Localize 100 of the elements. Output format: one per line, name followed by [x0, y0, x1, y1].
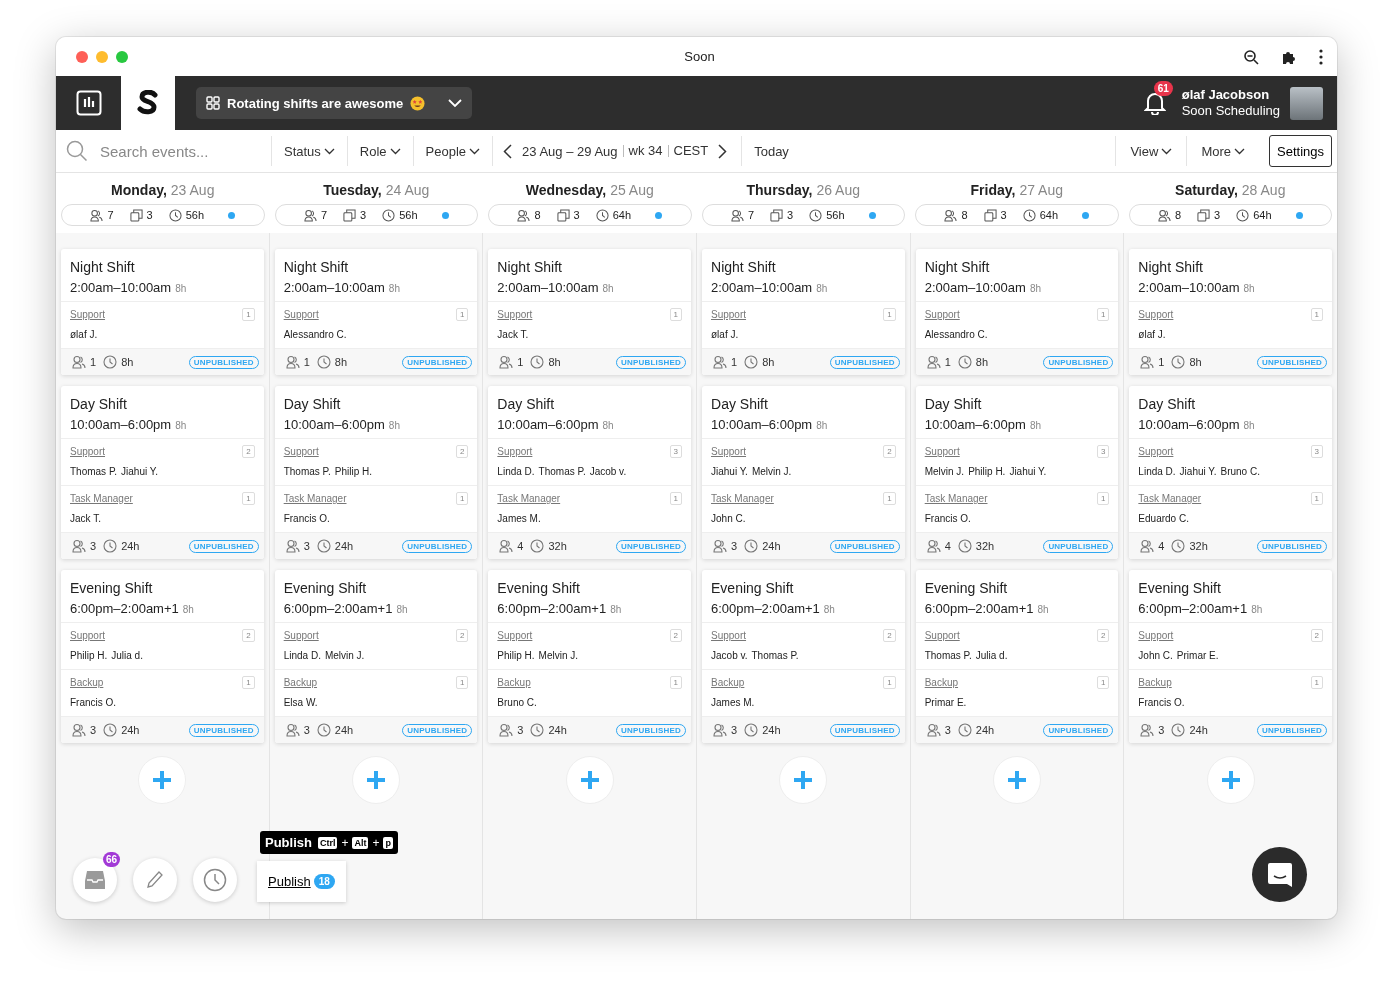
- person-name[interactable]: Thomas P.: [283, 466, 331, 477]
- role-link[interactable]: Support: [497, 309, 533, 320]
- person-name[interactable]: Elsa W.: [283, 697, 318, 708]
- zoom-icon[interactable]: [1243, 48, 1259, 65]
- shift-card[interactable]: Day Shift 10:00am–6:00pm 8h Support 2 Jiahui Y. Melvin J. Task Manager 1 John C. 3 24h UNPUBLISHED: [702, 386, 905, 559]
- role-link[interactable]: Backup: [924, 677, 959, 688]
- person-name[interactable]: Jiahui Y.: [711, 466, 748, 477]
- role-link[interactable]: Support: [70, 630, 106, 641]
- role-link[interactable]: Support: [497, 630, 533, 641]
- role-link[interactable]: Support: [70, 309, 106, 320]
- person-name[interactable]: Francis O.: [924, 513, 971, 524]
- person-name[interactable]: Jack T.: [497, 329, 529, 340]
- filter-dropdown[interactable]: Role: [346, 136, 413, 166]
- shift-card[interactable]: Night Shift 2:00am–10:00am 8h Support 1 Jack T. 1 8h UNPUBLISHED: [488, 249, 691, 375]
- history-button[interactable]: [193, 858, 237, 902]
- person-name[interactable]: Jiahui Y.: [121, 466, 158, 477]
- person-name[interactable]: Bruno C.: [497, 697, 537, 708]
- add-shift-button[interactable]: [993, 756, 1041, 804]
- minimize-window-dot[interactable]: [96, 50, 108, 63]
- person-name[interactable]: Jacob v.: [589, 466, 627, 477]
- person-name[interactable]: Francis O.: [283, 513, 330, 524]
- shift-card[interactable]: Day Shift 10:00am–6:00pm 8h Support 2 Thomas P. Jiahui Y. Task Manager 1 Jack T. 3 24h UNPUBLISHED: [61, 386, 264, 559]
- role-link[interactable]: Task Manager: [497, 493, 561, 504]
- person-name[interactable]: Francis O.: [70, 697, 117, 708]
- shift-card[interactable]: Evening Shift 6:00pm–2:00am+1 8h Support 2 John C. Primar E. Backup 1 Francis O. 3 24h UNPUBLISHED: [1129, 570, 1333, 743]
- maximize-window-dot[interactable]: [116, 50, 128, 63]
- person-name[interactable]: Thomas P.: [70, 466, 118, 477]
- person-name[interactable]: Thomas P.: [538, 466, 586, 477]
- avatar-photo-placeholder[interactable]: [1290, 86, 1323, 120]
- person-name[interactable]: Philip H.: [70, 650, 108, 661]
- add-shift-button[interactable]: [352, 756, 400, 804]
- person-name[interactable]: Jiahui Y.: [1009, 466, 1047, 477]
- filter-dropdown[interactable]: People: [412, 136, 493, 166]
- role-link[interactable]: Backup: [70, 677, 104, 688]
- shift-card[interactable]: Day Shift 10:00am–6:00pm 8h Support 3 Linda D. Jiahui Y. Bruno C. Task Manager 1 Eduardo C. 4 32h UNPUBLISHED: [1129, 386, 1333, 559]
- person-name[interactable]: ølaf J.: [711, 329, 739, 340]
- shift-card[interactable]: Day Shift 10:00am–6:00pm 8h Support 3 Linda D. Thomas P. Jacob v. Task Manager 1 James M. 4 32h UNPUBLISHED: [488, 386, 691, 559]
- role-link[interactable]: Support: [283, 309, 319, 320]
- person-name[interactable]: Bruno C.: [1220, 466, 1260, 477]
- person-name[interactable]: Melvin J.: [751, 466, 792, 477]
- shift-card[interactable]: Evening Shift 6:00pm–2:00am+1 8h Support 2 Thomas P. Julia d. Backup 1 Primar E. 3 24h UNPUBLISHED: [915, 570, 1119, 743]
- role-link[interactable]: Task Manager: [70, 493, 133, 504]
- menu-dropdown[interactable]: More: [1186, 136, 1259, 166]
- role-link[interactable]: Task Manager: [711, 493, 774, 504]
- role-link[interactable]: Support: [497, 446, 533, 457]
- person-name[interactable]: Jack T.: [70, 513, 101, 524]
- role-link[interactable]: Support: [711, 309, 747, 320]
- role-link[interactable]: Task Manager: [1138, 493, 1202, 504]
- role-link[interactable]: Task Manager: [924, 493, 988, 504]
- person-name[interactable]: Julia d.: [975, 650, 1008, 661]
- shift-card[interactable]: Night Shift 2:00am–10:00am 8h Support 1 Alessandro C. 1 8h UNPUBLISHED: [915, 249, 1119, 375]
- person-name[interactable]: Primar E.: [1176, 650, 1219, 661]
- filter-dropdown[interactable]: Status: [271, 136, 347, 166]
- person-name[interactable]: Melvin J.: [924, 466, 965, 477]
- person-name[interactable]: Philip H.: [968, 466, 1006, 477]
- person-name[interactable]: James M.: [711, 697, 755, 708]
- person-name[interactable]: Primar E.: [924, 697, 967, 708]
- shift-card[interactable]: Night Shift 2:00am–10:00am 8h Support 1 ølaf J. 1 8h UNPUBLISHED: [61, 249, 264, 375]
- shift-card[interactable]: Evening Shift 6:00pm–2:00am+1 8h Support 2 Philip H. Julia d. Backup 1 Francis O. 3 24h UNPUBLISHED: [61, 570, 264, 743]
- role-link[interactable]: Support: [70, 446, 106, 457]
- publish-button[interactable]: Publish 18: [257, 861, 346, 902]
- person-name[interactable]: Thomas P.: [751, 650, 799, 661]
- shift-card[interactable]: Day Shift 10:00am–6:00pm 8h Support 2 Thomas P. Philip H. Task Manager 1 Francis O. 3 24h UNPUBLISHED: [274, 386, 478, 559]
- role-link[interactable]: Support: [924, 446, 960, 457]
- person-name[interactable]: Eduardo C.: [1138, 513, 1189, 524]
- shift-card[interactable]: Night Shift 2:00am–10:00am 8h Support 1 ølaf J. 1 8h UNPUBLISHED: [702, 249, 905, 375]
- role-link[interactable]: Backup: [711, 677, 745, 688]
- person-name[interactable]: Thomas P.: [924, 650, 972, 661]
- settings-button[interactable]: Settings: [1269, 135, 1332, 167]
- today-button[interactable]: Today: [741, 136, 801, 166]
- shift-card[interactable]: Night Shift 2:00am–10:00am 8h Support 1 ølaf J. 1 8h UNPUBLISHED: [1129, 249, 1333, 375]
- role-link[interactable]: Support: [1138, 446, 1174, 457]
- workspace-dropdown[interactable]: Rotating shifts are awesome: [196, 87, 473, 119]
- person-name[interactable]: John C.: [711, 513, 746, 524]
- person-name[interactable]: Melvin J.: [538, 650, 579, 661]
- role-link[interactable]: Support: [924, 630, 960, 641]
- person-name[interactable]: James M.: [497, 513, 541, 524]
- person-name[interactable]: ølaf J.: [1138, 329, 1166, 340]
- bar-chart-icon[interactable]: [75, 90, 102, 116]
- person-name[interactable]: Linda D.: [497, 466, 535, 477]
- role-link[interactable]: Support: [1138, 630, 1174, 641]
- shift-card[interactable]: Day Shift 10:00am–6:00pm 8h Support 3 Melvin J. Philip H. Jiahui Y. Task Manager 1 Francis O. 4 32h UNPUBLISHED: [915, 386, 1119, 559]
- person-name[interactable]: Alessandro C.: [283, 329, 347, 340]
- person-name[interactable]: ølaf J.: [70, 329, 98, 340]
- previous-week-icon[interactable]: [503, 143, 513, 159]
- role-link[interactable]: Support: [283, 630, 319, 641]
- more-vertical-icon[interactable]: [1319, 48, 1323, 65]
- person-name[interactable]: Linda D.: [283, 650, 321, 661]
- role-link[interactable]: Support: [711, 446, 747, 457]
- person-name[interactable]: Philip H.: [497, 650, 535, 661]
- role-link[interactable]: Backup: [1138, 677, 1172, 688]
- shift-card[interactable]: Evening Shift 6:00pm–2:00am+1 8h Support 2 Linda D. Melvin J. Backup 1 Elsa W. 3 24h UNPUBLISHED: [274, 570, 478, 743]
- person-name[interactable]: Julia d.: [111, 650, 143, 661]
- person-name[interactable]: Francis O.: [1138, 697, 1185, 708]
- next-week-icon[interactable]: [718, 143, 728, 159]
- menu-dropdown[interactable]: View: [1115, 136, 1187, 166]
- person-name[interactable]: Melvin J.: [324, 650, 365, 661]
- role-link[interactable]: Support: [924, 309, 960, 320]
- shift-card[interactable]: Evening Shift 6:00pm–2:00am+1 8h Support 2 Jacob v. Thomas P. Backup 1 James M. 3 24h UNPUBLISHED: [702, 570, 905, 743]
- role-link[interactable]: Backup: [283, 677, 318, 688]
